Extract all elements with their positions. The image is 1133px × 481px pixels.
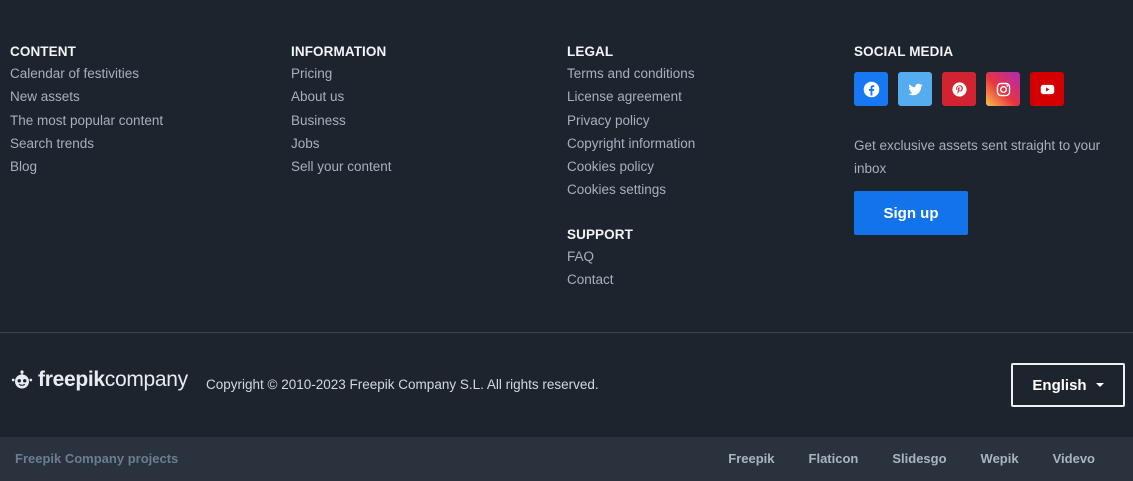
link-calendar-of-festivities[interactable]: Calendar of festivities xyxy=(10,64,163,87)
legal-heading: LEGAL xyxy=(567,44,614,59)
content-heading: CONTENT xyxy=(10,44,76,59)
link-terms-and-conditions[interactable]: Terms and conditions xyxy=(567,64,695,87)
link-jobs[interactable]: Jobs xyxy=(291,134,392,157)
link-search-trends[interactable]: Search trends xyxy=(10,134,163,157)
link-cookies-policy[interactable]: Cookies policy xyxy=(567,157,695,180)
project-link-wepik[interactable]: Wepik xyxy=(981,451,1019,466)
project-link-flaticon[interactable]: Flaticon xyxy=(809,451,859,466)
projects-links: Freepik Flaticon Slidesgo Wepik Videvo xyxy=(728,451,1095,466)
social-heading: SOCIAL MEDIA xyxy=(854,44,954,59)
social-column: SOCIAL MEDIA Get exclusive assets sent s… xyxy=(854,42,1124,235)
copyright-text: Copyright © 2010-2023 Freepik Company S.… xyxy=(206,377,599,392)
link-license-agreement[interactable]: License agreement xyxy=(567,87,695,110)
projects-bar: Freepik Company projects Freepik Flatico… xyxy=(0,437,1133,481)
freepik-company-logo[interactable]: freepikcompany xyxy=(10,368,188,392)
project-link-slidesgo[interactable]: Slidesgo xyxy=(892,451,946,466)
information-links: Pricing About us Business Jobs Sell your… xyxy=(291,64,392,180)
information-column: INFORMATION Pricing About us Business Jo… xyxy=(291,42,392,180)
support-heading: SUPPORT xyxy=(567,226,633,242)
project-link-freepik[interactable]: Freepik xyxy=(728,451,774,466)
logo-text-bold: freepik xyxy=(38,368,105,391)
content-links: Calendar of festivities New assets The m… xyxy=(10,64,163,180)
information-heading: INFORMATION xyxy=(291,44,387,59)
link-pricing[interactable]: Pricing xyxy=(291,64,392,87)
youtube-button[interactable] xyxy=(1030,72,1064,106)
link-copyright-information[interactable]: Copyright information xyxy=(567,134,695,157)
logo-text: freepikcompany xyxy=(38,368,188,392)
freepik-mascot-icon xyxy=(11,370,33,389)
link-privacy-policy[interactable]: Privacy policy xyxy=(567,111,695,134)
content-column: CONTENT Calendar of festivities New asse… xyxy=(10,42,163,180)
link-about-us[interactable]: About us xyxy=(291,87,392,110)
link-contact[interactable]: Contact xyxy=(567,270,695,293)
twitter-button[interactable] xyxy=(898,72,932,106)
newsletter-text: Get exclusive assets sent straight to yo… xyxy=(854,138,1101,176)
link-business[interactable]: Business xyxy=(291,111,392,134)
support-links: FAQ Contact xyxy=(567,247,695,294)
project-link-videvo[interactable]: Videvo xyxy=(1053,451,1095,466)
facebook-icon xyxy=(863,81,879,97)
logo-text-light: company xyxy=(104,368,188,391)
social-icons xyxy=(854,72,1124,106)
link-most-popular-content[interactable]: The most popular content xyxy=(10,111,163,134)
sign-up-button[interactable]: Sign up xyxy=(854,191,968,235)
projects-label: Freepik Company projects xyxy=(15,451,179,466)
twitter-icon xyxy=(907,83,923,95)
facebook-button[interactable] xyxy=(854,72,888,106)
language-selector[interactable]: English xyxy=(1011,363,1125,407)
instagram-icon xyxy=(996,82,1010,96)
link-faq[interactable]: FAQ xyxy=(567,247,695,270)
legal-column: LEGAL Terms and conditions License agree… xyxy=(567,42,695,293)
youtube-icon xyxy=(1040,84,1054,94)
language-label: English xyxy=(1032,376,1087,394)
link-sell-your-content[interactable]: Sell your content xyxy=(291,157,392,180)
link-cookies-settings[interactable]: Cookies settings xyxy=(567,180,695,203)
footer-main: CONTENT Calendar of festivities New asse… xyxy=(0,0,1133,332)
instagram-button[interactable] xyxy=(986,72,1020,106)
link-blog[interactable]: Blog xyxy=(10,157,163,180)
link-new-assets[interactable]: New assets xyxy=(10,87,163,110)
brand-bar: freepikcompany Copyright © 2010-2023 Fre… xyxy=(0,333,1133,437)
pinterest-button[interactable] xyxy=(942,72,976,106)
caret-down-icon xyxy=(1095,383,1104,387)
pinterest-icon xyxy=(951,81,967,97)
legal-links: Terms and conditions License agreement P… xyxy=(567,64,695,204)
